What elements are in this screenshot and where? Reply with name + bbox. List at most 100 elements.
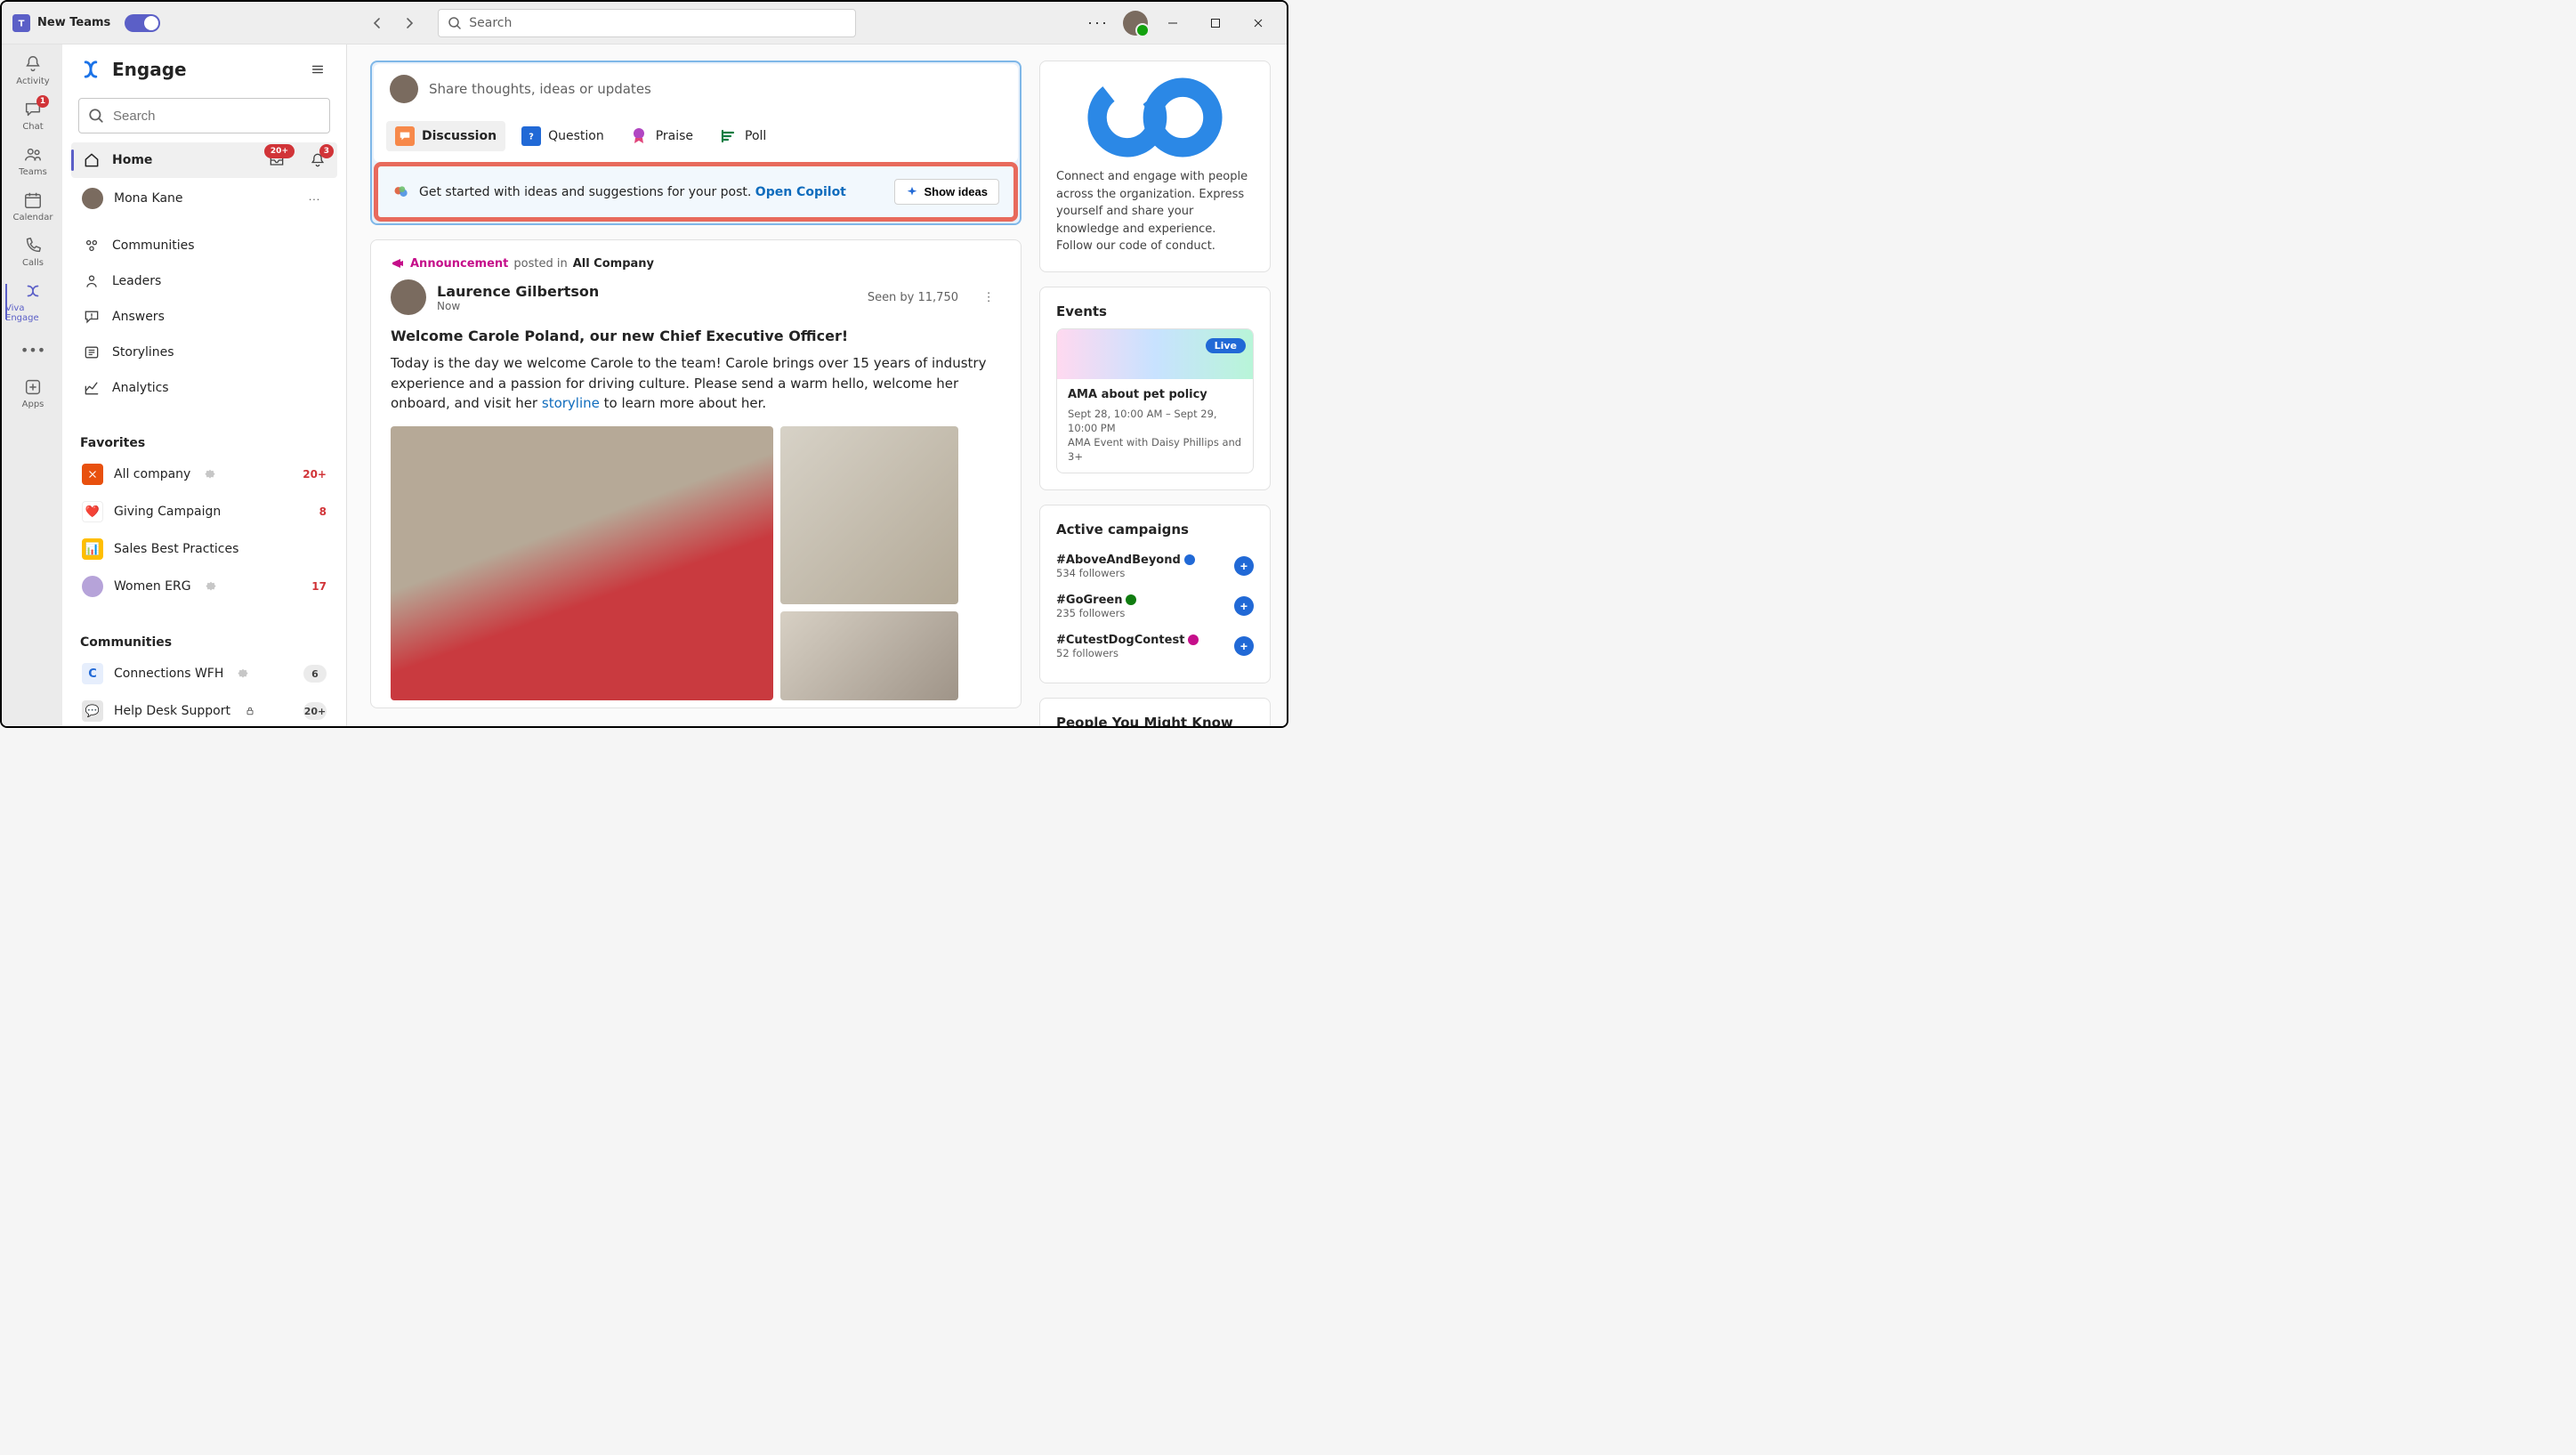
nav-leaders[interactable]: Leaders <box>71 263 337 299</box>
open-copilot-link[interactable]: Open Copilot <box>755 185 846 199</box>
post-timestamp: Now <box>437 300 857 312</box>
nav-communities[interactable]: Communities <box>71 228 337 263</box>
more-options-button[interactable]: ··· <box>1080 5 1116 41</box>
window-close-button[interactable] <box>1240 5 1276 41</box>
follow-button[interactable]: + <box>1234 636 1254 656</box>
teams-app-icon: T <box>12 14 30 32</box>
engage-title: Engage <box>112 59 296 80</box>
apps-icon <box>22 376 44 398</box>
titlebar: T New Teams Search ··· <box>2 2 1287 44</box>
nav-answers[interactable]: Answers <box>71 299 337 335</box>
rail-more[interactable]: ••• <box>4 330 61 369</box>
user-avatar[interactable] <box>1123 11 1148 36</box>
answers-icon <box>82 307 101 327</box>
composer-card: Share thoughts, ideas or updates Discuss… <box>370 61 1022 225</box>
events-card: Events Live AMA about pet policy Sept 28… <box>1039 287 1271 490</box>
global-search-input[interactable]: Search <box>438 9 856 37</box>
app-title: New Teams <box>37 16 110 29</box>
more-icon: ••• <box>22 339 44 360</box>
campaigns-card: Active campaigns #AboveAndBeyond 534 fol… <box>1039 505 1271 683</box>
people-card: People You Might Know <box>1039 698 1271 726</box>
window-minimize-button[interactable] <box>1155 5 1191 41</box>
composer-tab-poll[interactable]: Poll <box>709 121 775 151</box>
nav-user-profile[interactable]: Mona Kane ··· <box>71 178 337 219</box>
search-icon <box>88 108 104 124</box>
verified-icon <box>206 581 216 592</box>
svg-text:T: T <box>19 19 25 28</box>
show-ideas-button[interactable]: Show ideas <box>894 179 999 205</box>
new-teams-toggle[interactable] <box>125 14 160 32</box>
community-icon: C <box>82 663 103 684</box>
post-author-avatar[interactable] <box>391 279 426 315</box>
favorite-sales-best-practices[interactable]: 📊 Sales Best Practices <box>71 530 337 568</box>
profile-more-button[interactable]: ··· <box>302 186 327 211</box>
megaphone-icon <box>391 256 405 271</box>
nav-storylines[interactable]: Storylines <box>71 335 337 370</box>
announcement-label: Announcement <box>410 257 508 271</box>
communities-icon <box>82 236 101 255</box>
campaign-item[interactable]: #AboveAndBeyond 534 followers + <box>1056 546 1254 586</box>
search-icon <box>448 16 462 30</box>
viva-engage-icon <box>22 280 44 302</box>
composer-tab-praise[interactable]: Praise <box>620 121 702 151</box>
post-author-name[interactable]: Laurence Gilbertson <box>437 283 857 300</box>
nav-back-button[interactable] <box>363 9 392 37</box>
question-icon: ? <box>521 126 541 146</box>
window-maximize-button[interactable] <box>1198 5 1233 41</box>
favorite-women-erg[interactable]: Women ERG 17 <box>71 568 337 605</box>
engage-logo-icon <box>78 57 103 82</box>
nav-forward-button[interactable] <box>395 9 424 37</box>
post-image[interactable] <box>780 611 958 700</box>
composer-tab-question[interactable]: ? Question <box>513 121 613 151</box>
praise-icon <box>629 126 649 146</box>
post-community-link[interactable]: All Company <box>573 257 654 271</box>
composer-input[interactable]: Share thoughts, ideas or updates <box>374 75 1018 116</box>
event-hero-image: Live <box>1057 329 1253 379</box>
favorite-giving-campaign[interactable]: ❤️ Giving Campaign 8 <box>71 493 337 530</box>
community-icon: 📊 <box>82 538 103 560</box>
follow-button[interactable]: + <box>1234 556 1254 576</box>
leaders-icon <box>82 271 101 291</box>
rail-calls[interactable]: Calls <box>4 230 61 273</box>
engage-sidebar: Engage Home 20+ <box>62 44 347 726</box>
home-icon <box>82 150 101 170</box>
campaign-item[interactable]: #CutestDogContest 52 followers + <box>1056 626 1254 667</box>
phone-icon <box>22 235 44 256</box>
about-card: Connect and engage with people across th… <box>1039 61 1271 272</box>
community-connections-wfh[interactable]: C Connections WFH 6 <box>71 655 337 692</box>
rail-chat[interactable]: 1 Chat <box>4 93 61 137</box>
post-more-button[interactable]: ⋮ <box>976 285 1001 310</box>
post-image-grid <box>391 426 1001 700</box>
rail-teams[interactable]: Teams <box>4 139 61 182</box>
post-image[interactable] <box>391 426 773 700</box>
svg-text:?: ? <box>529 133 534 142</box>
community-help-desk[interactable]: 💬 Help Desk Support 20+ <box>71 692 337 726</box>
follow-button[interactable]: + <box>1234 596 1254 616</box>
engage-search-input[interactable] <box>78 98 330 133</box>
campaign-item[interactable]: #GoGreen 235 followers + <box>1056 586 1254 626</box>
hamburger-button[interactable] <box>305 57 330 82</box>
rail-viva-engage[interactable]: Viva Engage <box>4 275 61 328</box>
nav-home[interactable]: Home 20+ 3 <box>71 142 337 178</box>
company-logo-icon <box>1084 77 1226 158</box>
content-area: Share thoughts, ideas or updates Discuss… <box>347 44 1287 726</box>
post-title: Welcome Carole Poland, our new Chief Exe… <box>391 327 1001 344</box>
favorites-header: Favorites <box>62 424 346 456</box>
rail-apps[interactable]: Apps <box>4 371 61 415</box>
avatar <box>82 188 103 209</box>
favorite-all-company[interactable]: All company 20+ <box>71 456 337 493</box>
right-column: Connect and engage with people across th… <box>1039 61 1271 726</box>
composer-tab-discussion[interactable]: Discussion <box>386 121 505 151</box>
communities-header: Communities <box>62 623 346 655</box>
community-icon: ❤️ <box>82 501 103 522</box>
chat-icon: 1 <box>22 99 44 120</box>
post-image[interactable] <box>780 426 958 604</box>
rail-calendar[interactable]: Calendar <box>4 184 61 228</box>
storyline-link[interactable]: storyline <box>542 395 600 411</box>
event-item[interactable]: Live AMA about pet policy Sept 28, 10:00… <box>1056 328 1254 473</box>
nav-analytics[interactable]: Analytics <box>71 370 337 406</box>
rail-activity[interactable]: Activity <box>4 48 61 92</box>
copilot-icon <box>392 183 410 201</box>
community-icon: 💬 <box>82 700 103 722</box>
lock-icon <box>245 706 255 716</box>
